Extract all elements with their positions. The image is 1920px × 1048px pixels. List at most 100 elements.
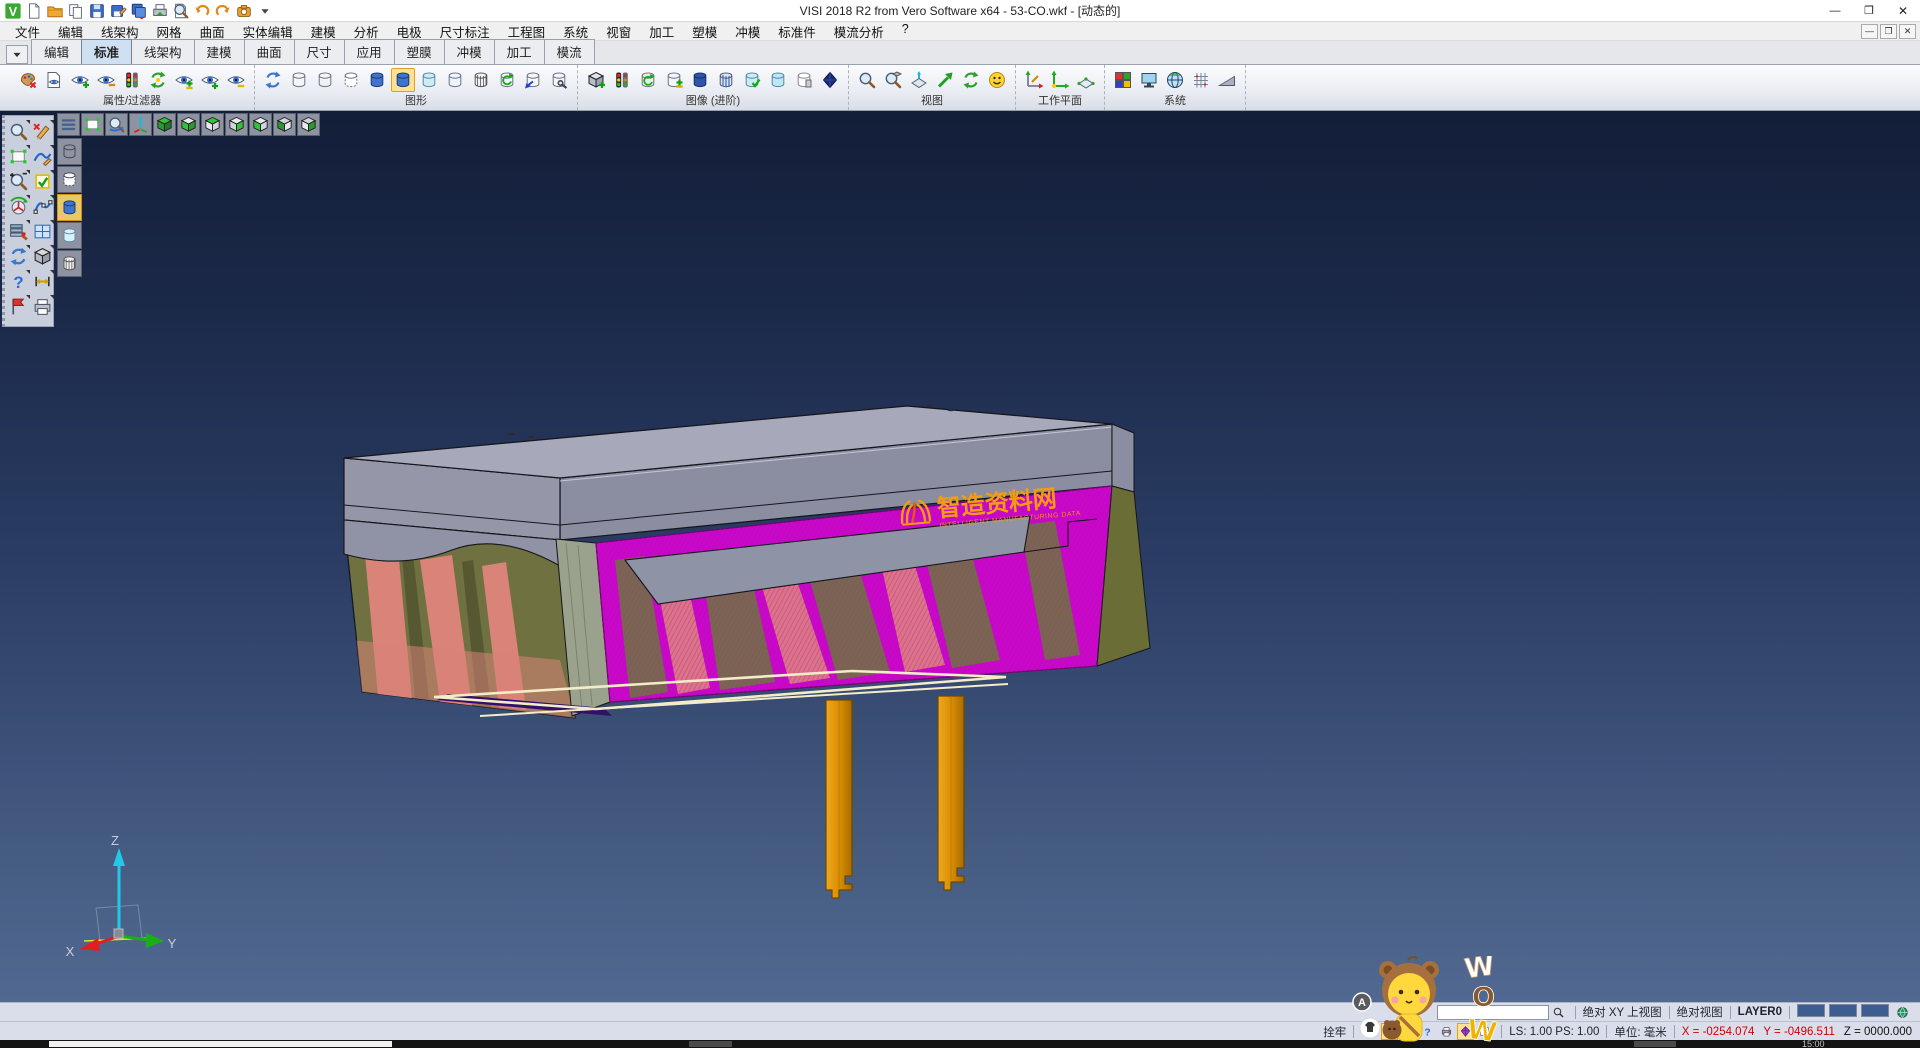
ribbon-tab-塑膜[interactable]: 塑膜: [394, 39, 445, 64]
open-copy-icon[interactable]: [67, 2, 85, 20]
cyl-solid-icon[interactable]: [365, 68, 389, 92]
print-doc-icon[interactable]: [31, 295, 54, 318]
cube-front-icon[interactable]: [249, 113, 272, 136]
menu-item-18[interactable]: 模流分析: [825, 21, 893, 42]
cyl-ghost-icon[interactable]: [417, 68, 441, 92]
search-doc-icon[interactable]: [172, 2, 190, 20]
active-layer-label[interactable]: LAYER0: [1738, 1006, 1782, 1018]
ribbon-tab-编辑[interactable]: 编辑: [31, 39, 82, 64]
cyl-check-icon[interactable]: [740, 68, 764, 92]
qat-dropdown-icon[interactable]: [256, 2, 274, 20]
eye-plusminus-icon[interactable]: [172, 68, 196, 92]
color-swatch-2[interactable]: [1829, 1004, 1857, 1017]
ribbon-tab-模流[interactable]: 模流: [544, 39, 595, 64]
refresh-graphics-icon[interactable]: [261, 68, 285, 92]
mdi-restore-button[interactable]: ❐: [1880, 24, 1897, 39]
plane-view-icon[interactable]: [907, 68, 931, 92]
menu-item-13[interactable]: 视窗: [597, 21, 640, 42]
cyl-wire-3-icon[interactable]: [339, 68, 363, 92]
mdi-close-button[interactable]: ✕: [1899, 24, 1916, 39]
open-folder-icon[interactable]: [46, 2, 64, 20]
lock-toggle[interactable]: 拴牢: [1323, 1024, 1346, 1040]
cyl-recycle-icon[interactable]: [636, 68, 660, 92]
cyl-solid-sel-icon[interactable]: [391, 68, 415, 92]
menu-item-14[interactable]: 加工: [640, 21, 683, 42]
home-icon[interactable]: [1400, 1023, 1417, 1040]
eye-minus-icon[interactable]: [224, 68, 248, 92]
publish-icon[interactable]: [151, 2, 169, 20]
color-swatch-1[interactable]: [1797, 1004, 1825, 1017]
wp-plane-icon[interactable]: [1074, 68, 1098, 92]
maximize-button[interactable]: ❐: [1852, 0, 1886, 22]
view-mode-label[interactable]: 绝对 XY 上视图: [1583, 1004, 1662, 1020]
zoom-cube-icon[interactable]: [881, 68, 905, 92]
ribbon-tab-建模[interactable]: 建模: [194, 39, 245, 64]
diamond-icon[interactable]: [818, 68, 842, 92]
menu-item-17[interactable]: 标准件: [769, 21, 825, 42]
cyl-tools-icon[interactable]: [547, 68, 571, 92]
undo-icon[interactable]: [193, 2, 211, 20]
zoom-scale-icon[interactable]: [7, 170, 30, 193]
save-all-icon[interactable]: [130, 2, 148, 20]
shade-hatch-icon[interactable]: [57, 250, 82, 277]
annotate-icon[interactable]: [7, 295, 30, 318]
cyl-hatch-icon[interactable]: [469, 68, 493, 92]
mesh-grid-icon[interactable]: [1189, 68, 1213, 92]
zoom-view-icon[interactable]: [7, 120, 30, 143]
eye-add-icon[interactable]: [68, 68, 92, 92]
menu-item-15[interactable]: 塑模: [683, 21, 726, 42]
eye-plus-icon[interactable]: [198, 68, 222, 92]
cyl-clip-icon[interactable]: [792, 68, 816, 92]
menu-icon[interactable]: [57, 113, 80, 136]
edit-icon[interactable]: [1381, 1023, 1398, 1040]
cyl-light-icon[interactable]: [443, 68, 467, 92]
traffic-lights-icon[interactable]: [120, 68, 144, 92]
wp-axes-icon[interactable]: [1022, 68, 1046, 92]
mold-model[interactable]: 智造资料网 INTELLIGENT MANUFACTURING DATA Z X: [66, 405, 1150, 959]
save-as-icon[interactable]: [109, 2, 127, 20]
cube-iso-icon[interactable]: [153, 113, 176, 136]
color-grid-icon[interactable]: [1111, 68, 1135, 92]
layers-paint-icon[interactable]: [7, 220, 30, 243]
regen-icon[interactable]: [7, 245, 30, 268]
help-icon[interactable]: ?: [1419, 1023, 1436, 1040]
curve-edit-icon[interactable]: [31, 145, 54, 168]
new-doc-icon[interactable]: [25, 2, 43, 20]
shade-wire-icon[interactable]: [57, 138, 82, 165]
cyl-wire-2-icon[interactable]: [313, 68, 337, 92]
traffic-lights-2-icon[interactable]: [610, 68, 634, 92]
ribbon-tab-曲面[interactable]: 曲面: [244, 39, 295, 64]
fit-rect-icon[interactable]: [7, 145, 30, 168]
shade-ghost-icon[interactable]: [57, 222, 82, 249]
visi-logo-icon[interactable]: V: [4, 2, 22, 20]
cube-top-icon[interactable]: [201, 113, 224, 136]
redo-icon[interactable]: [214, 2, 232, 20]
ribbon-tab-标准[interactable]: 标准: [81, 39, 132, 64]
cyl-blue-arrow-icon[interactable]: [521, 68, 545, 92]
capture-icon[interactable]: [235, 2, 253, 20]
absolute-view-label[interactable]: 绝对视图: [1677, 1004, 1723, 1020]
cube-right-icon[interactable]: [297, 113, 320, 136]
cube-left-icon[interactable]: [273, 113, 296, 136]
measure-icon[interactable]: [31, 270, 54, 293]
eye-remove-icon[interactable]: [94, 68, 118, 92]
cyl-striped-icon[interactable]: [714, 68, 738, 92]
menu-item-16[interactable]: 冲模: [726, 21, 769, 42]
ribbon-tab-加工[interactable]: 加工: [494, 39, 545, 64]
print-icon[interactable]: [1438, 1023, 1455, 1040]
zoom-prev-icon[interactable]: [855, 68, 879, 92]
smiley-icon[interactable]: [985, 68, 1009, 92]
gem-icon[interactable]: [1457, 1023, 1474, 1040]
refresh-view-icon[interactable]: [959, 68, 983, 92]
wp-axes-green-icon[interactable]: [1048, 68, 1072, 92]
refresh-attrs-icon[interactable]: [146, 68, 170, 92]
edit-delete-icon[interactable]: [31, 120, 54, 143]
mdi-minimize-button[interactable]: —: [1861, 24, 1878, 39]
cyl-plusminus-icon[interactable]: [662, 68, 686, 92]
ribbon-tab-冲模[interactable]: 冲模: [444, 39, 495, 64]
snap-icon[interactable]: [1362, 1023, 1379, 1040]
zoom-dynamic-icon[interactable]: [105, 113, 128, 136]
ramp-icon[interactable]: [1215, 68, 1239, 92]
taskbar-segment-2[interactable]: [689, 1041, 732, 1047]
solid-cube-icon[interactable]: [31, 245, 54, 268]
